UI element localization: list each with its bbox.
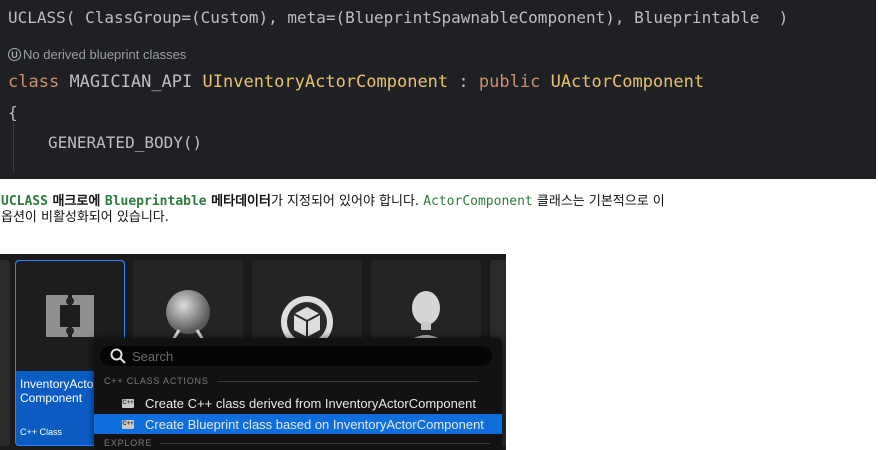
cpp-file-icon: C++ — [122, 398, 134, 408]
asset-name-line1: InventoryActo — [20, 377, 94, 391]
blueprint-file-icon: C++ — [122, 419, 134, 429]
blueprintable-term: Blueprintable — [104, 194, 207, 209]
menu-item-create-cpp[interactable]: C++ Create C++ class derived from Invent… — [94, 393, 502, 413]
inlay-hint[interactable]: U No derived blueprint classes — [8, 47, 186, 62]
base-class: UActorComponent — [550, 72, 705, 92]
api-macro: MAGICIAN_API — [69, 72, 193, 92]
menu-item-create-blueprint[interactable]: C++ Create Blueprint class based on Inve… — [94, 414, 502, 434]
para-text-3: 가 지정되어 있어야 합니다. — [270, 194, 424, 209]
para-text-4: 클래스는 기본적으로 이 — [532, 194, 665, 209]
menu-item-label: Create C++ class derived from InventoryA… — [145, 395, 476, 411]
keyword-public: public — [478, 72, 541, 92]
section-explore-label: EXPLORE — [104, 438, 153, 448]
search-box[interactable] — [100, 346, 492, 366]
uclass-term: UCLASS — [1, 194, 48, 209]
open-brace: { — [8, 103, 18, 122]
class-declaration: class MAGICIAN_API UInventoryActorCompon… — [8, 72, 704, 92]
search-icon — [110, 348, 126, 364]
class-name: UInventoryActorComponent — [202, 72, 449, 92]
asset-type: C++ Class — [20, 427, 63, 437]
actor-component-term: ActorComponent — [423, 194, 533, 209]
colon: : — [458, 72, 469, 92]
context-menu: C++ CLASS ACTIONS C++ Create C++ class d… — [94, 338, 502, 450]
search-input[interactable] — [132, 348, 462, 364]
menu-item-label: Create Blueprint class based on Inventor… — [145, 416, 484, 432]
uclass-line: UCLASS( ClassGroup=(Custom), meta=(Bluep… — [8, 8, 789, 27]
section-cpp-label: C++ CLASS ACTIONS — [104, 376, 209, 386]
content-browser: InventoryActo Component C++ Class Search… — [0, 254, 506, 450]
inlay-hint-text: No derived blueprint classes — [23, 47, 187, 62]
asset-name-line2: Component — [20, 391, 83, 405]
indent-guide — [13, 122, 14, 172]
generated-body: GENERATED_BODY() — [48, 133, 203, 152]
section-cpp-actions: C++ CLASS ACTIONS — [104, 376, 479, 386]
explanation-paragraph: UCLASS 매크로에 Blueprintable 메타데이터가 지정되어 있어… — [1, 194, 871, 226]
unreal-u-icon: U — [8, 48, 21, 61]
para-text-5: 옵션이 비활성화되어 있습니다. — [1, 210, 169, 225]
section-explore: EXPLORE — [104, 438, 491, 448]
para-text-2: 메타데이터 — [206, 194, 271, 209]
keyword-class: class — [8, 72, 60, 92]
asset-tile-partial[interactable] — [0, 260, 10, 446]
para-text-1: 매크로에 — [47, 194, 105, 209]
code-editor: UCLASS( ClassGroup=(Custom), meta=(Bluep… — [0, 0, 876, 179]
asset-name: InventoryActo Component — [20, 377, 93, 405]
